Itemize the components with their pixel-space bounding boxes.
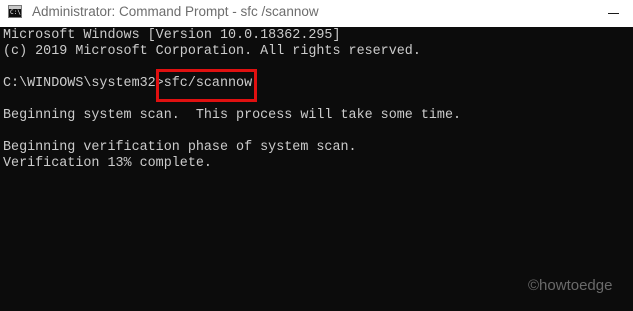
console-line-scan-start: Beginning system scan. This process will… [3, 108, 462, 123]
console-output[interactable]: Microsoft Windows [Version 10.0.18362.29… [0, 27, 633, 311]
console-line-verification-phase: Beginning verification phase of system s… [3, 140, 357, 155]
command-prompt-window: C:\ Administrator: Command Prompt - sfc … [0, 0, 633, 311]
cmd-icon: C:\ [8, 5, 22, 18]
console-prompt: C:\WINDOWS\system32> [3, 76, 164, 91]
console-line-version: Microsoft Windows [Version 10.0.18362.29… [3, 28, 341, 43]
cmd-icon-glyph: C:\ [10, 9, 21, 16]
minimize-icon [608, 13, 619, 14]
console-line-copyright: (c) 2019 Microsoft Corporation. All righ… [3, 44, 421, 59]
command-highlight-box [156, 69, 257, 102]
window-title: Administrator: Command Prompt - sfc /sca… [32, 4, 319, 19]
watermark: ©howtoedge [528, 277, 613, 294]
console-line-progress: Verification 13% complete. [3, 156, 212, 171]
minimize-button[interactable] [596, 0, 633, 27]
title-bar[interactable]: C:\ Administrator: Command Prompt - sfc … [0, 0, 633, 27]
